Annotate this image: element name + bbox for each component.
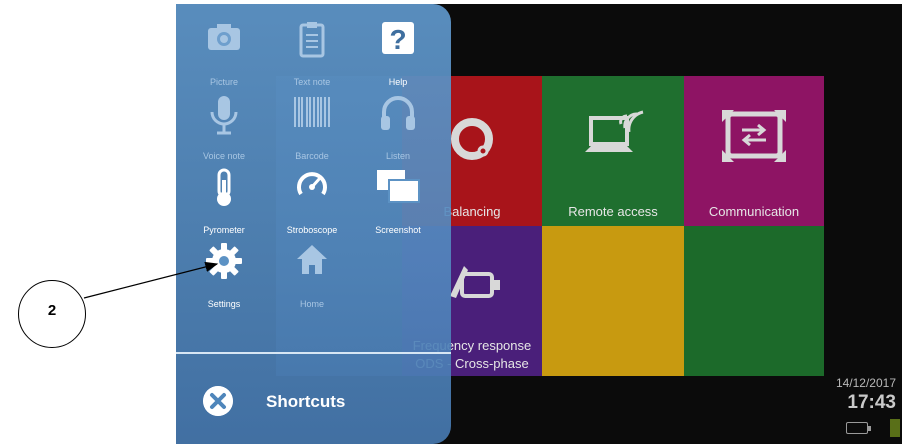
shortcut-label: Listen <box>385 151 411 161</box>
motor-icon <box>450 266 500 298</box>
communication-icon <box>722 110 786 162</box>
shortcut-label: Screenshot <box>375 225 421 235</box>
tile-label: Remote access <box>568 204 658 219</box>
thermometer-icon <box>217 168 231 206</box>
shortcut-label: Home <box>299 299 324 309</box>
shortcut-screenshot[interactable]: Screenshot <box>358 162 438 235</box>
tile-green[interactable] <box>684 226 824 376</box>
gauge-icon <box>297 172 327 196</box>
shortcut-label: Voice note <box>202 151 246 161</box>
time-text: 17:43 <box>847 392 896 413</box>
shortcut-picture[interactable]: Picture <box>184 14 264 87</box>
svg-text:?: ? <box>389 24 406 55</box>
microphone-icon <box>210 96 238 135</box>
callout-number: 2 <box>47 302 57 319</box>
shortcuts-footer: Shortcuts <box>176 356 451 444</box>
shortcut-label: Text note <box>293 77 331 87</box>
shortcut-label: Barcode <box>295 151 329 161</box>
shortcut-label: Stroboscope <box>286 225 338 235</box>
headphones-icon <box>381 96 415 130</box>
tile-label: Communication <box>708 204 800 219</box>
remote-laptop-icon <box>585 110 644 152</box>
shortcut-label: Settings <box>207 299 241 309</box>
date-text: 14/12/2017 <box>835 376 896 390</box>
gear-icon <box>206 243 242 279</box>
home-icon <box>297 245 327 274</box>
battery-icon <box>846 422 871 434</box>
tile-yellow[interactable] <box>542 226 684 376</box>
screenshot-icon <box>377 170 420 203</box>
shortcut-label: Help <box>388 77 408 87</box>
clock: 14/12/2017 17:43 <box>836 376 896 414</box>
panel-divider <box>176 352 451 354</box>
help-icon: ? <box>382 22 414 55</box>
shortcut-label: Picture <box>209 77 238 87</box>
shortcut-help[interactable]: ? Help <box>358 14 438 87</box>
barcode-icon <box>294 97 330 127</box>
shortcut-stroboscope[interactable]: Stroboscope <box>272 162 352 235</box>
power-plug-icon <box>890 419 900 437</box>
shortcut-pyrometer[interactable]: Pyrometer <box>184 162 264 235</box>
balancing-icon <box>451 118 493 160</box>
clipboard-icon <box>299 22 325 58</box>
shortcut-label: Pyrometer <box>203 225 245 235</box>
camera-icon <box>208 24 240 50</box>
shortcut-settings[interactable]: Settings <box>184 236 264 309</box>
close-icon[interactable] <box>203 386 233 416</box>
panel-title: Shortcuts <box>266 392 346 411</box>
shortcut-listen[interactable]: Listen <box>358 88 438 161</box>
tile-communication[interactable]: Communication <box>684 76 824 226</box>
shortcuts-panel: Picture Text note ? Help Voice note Barc… <box>176 4 451 444</box>
tile-remote-access[interactable]: Remote access <box>542 76 684 226</box>
shortcut-barcode[interactable]: Barcode <box>272 88 352 161</box>
shortcut-home[interactable]: Home <box>272 236 352 309</box>
shortcut-voice-note[interactable]: Voice note <box>184 88 264 161</box>
shortcut-text-note[interactable]: Text note <box>272 14 352 87</box>
figure: Balancing Remote access Communication Fr… <box>0 0 902 444</box>
